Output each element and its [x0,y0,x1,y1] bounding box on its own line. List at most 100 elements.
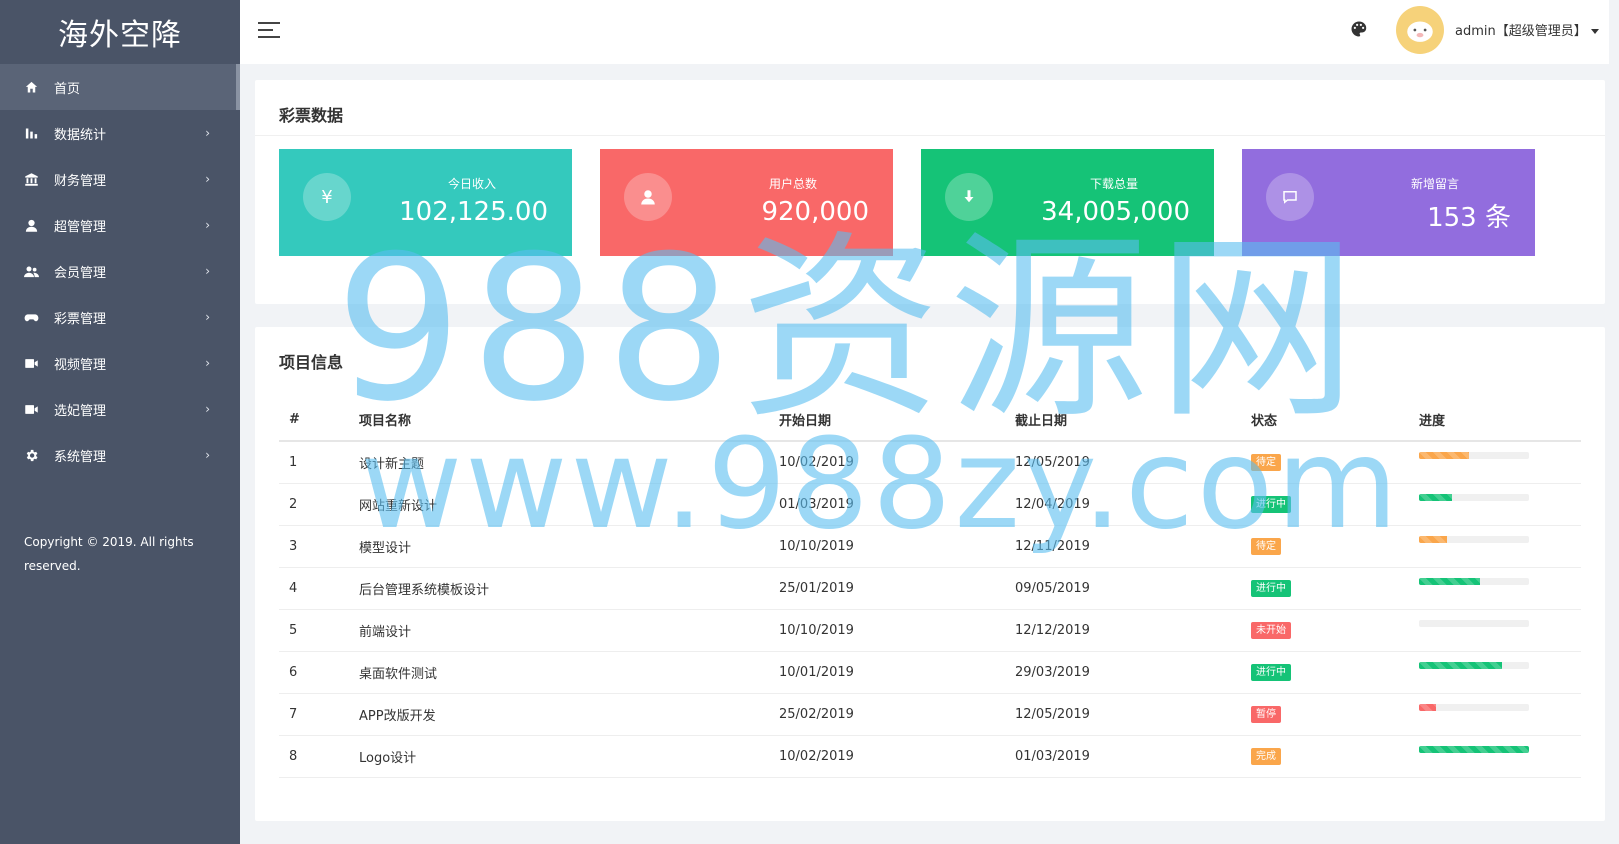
progress-fill [1419,494,1452,501]
column-header: 状态 [1241,399,1409,442]
video-icon [22,355,40,371]
caret-down-icon [1590,29,1599,34]
project-name: 设计新主题 [349,441,769,484]
progress-cell [1409,567,1581,610]
sidebar-item[interactable]: 首页 [0,64,240,110]
panel-title: 彩票数据 [279,106,344,125]
progress-fill [1419,746,1529,753]
chevron-right-icon: › [205,448,210,462]
chevron-right-icon: › [205,264,210,278]
user-name-label: admin【超级管理员】 [1455,24,1587,39]
sidebar-item-label: 选妃管理 [54,403,107,419]
sidebar-item-label: 彩票管理 [54,311,107,327]
stat-value: 34,005,000 [1041,197,1190,227]
gamepad-icon [22,309,40,325]
user-icon [624,173,672,221]
progress-bar [1419,746,1529,753]
project-panel: 项目信息 # 项目名称 开始日期 截止日期 状态 进度 1 设计新主题 10/02/2019 1… [255,327,1605,821]
home-icon [22,79,40,95]
status-cell: 待定 [1241,525,1409,568]
row-id: 8 [279,735,349,778]
sidebar-item[interactable]: 财务管理 › [0,156,240,202]
status-badge: 进行中 [1251,663,1291,681]
column-header: 进度 [1409,399,1581,442]
row-id: 4 [279,567,349,610]
stat-card: 下载总量 34,005,000 [921,149,1214,256]
sidebar-item[interactable]: 会员管理 › [0,248,240,294]
user-menu[interactable]: admin【超级管理员】 [1455,20,1599,39]
status-cell: 待定 [1241,441,1409,484]
progress-bar [1419,536,1529,543]
chevron-right-icon: › [205,126,210,140]
progress-bar [1419,452,1529,460]
status-cell: 进行中 [1241,483,1409,526]
sidebar-item[interactable]: 彩票管理 › [0,294,240,340]
row-id: 1 [279,441,349,484]
stat-label: 下载总量 [1089,177,1139,191]
table-row: 2 网站重新设计 01/03/2019 12/04/2019 进行中 [279,483,1581,526]
progress-fill [1419,536,1447,543]
users-icon [22,263,40,279]
chevron-right-icon: › [205,218,210,232]
sidebar-item[interactable]: 视频管理 › [0,340,240,386]
sidebar-item[interactable]: 数据统计 › [0,110,240,156]
status-badge: 进行中 [1251,495,1291,513]
end-date: 12/12/2019 [1005,609,1241,652]
end-date: 09/05/2019 [1005,567,1241,610]
table-row: 3 模型设计 10/10/2019 12/11/2019 待定 [279,525,1581,568]
project-name: 网站重新设计 [349,483,769,526]
sidebar-item-label: 超管管理 [54,219,107,235]
brand-logo[interactable]: 海外空降 [0,0,240,64]
palette-icon[interactable] [1350,20,1370,40]
progress-cell [1409,483,1581,526]
sidebar-item[interactable]: 选妃管理 › [0,386,240,432]
stat-card: 用户总数 920,000 [600,149,893,256]
chevron-right-icon: › [205,310,210,324]
column-header: 开始日期 [769,399,1005,442]
status-badge: 待定 [1251,453,1281,471]
video-icon [22,401,40,417]
progress-bar [1419,620,1529,627]
gear-icon [22,447,40,463]
start-date: 10/02/2019 [769,441,1005,484]
sidebar-item[interactable]: 系统管理 › [0,432,240,478]
start-date: 25/02/2019 [769,693,1005,736]
table-row: 5 前端设计 10/10/2019 12/12/2019 未开始 [279,609,1581,652]
sidebar-item[interactable]: 超管管理 › [0,202,240,248]
start-date: 10/10/2019 [769,609,1005,652]
avatar[interactable] [1396,6,1444,54]
chevron-right-icon: › [205,356,210,370]
scrollbar[interactable] [1609,0,1619,844]
status-badge: 待定 [1251,537,1281,555]
row-id: 3 [279,525,349,568]
chevron-right-icon: › [205,172,210,186]
progress-cell [1409,693,1581,736]
stat-label: 今日收入 [447,177,497,191]
progress-cell [1409,609,1581,652]
project-name: 后台管理系统模板设计 [349,567,769,610]
column-header: 截止日期 [1005,399,1241,442]
sidebar-item-label: 系统管理 [54,449,107,465]
project-table: # 项目名称 开始日期 截止日期 状态 进度 1 设计新主题 10/02/2019 12/05/… [279,399,1581,778]
sidebar-nav: 首页 数据统计 › 财务管理 › 超管管理 › 会员管理 › 彩票管理 › 视频管理 › 选妃管理 › 系统管… [0,64,240,478]
sidebar-item-label: 首页 [54,81,81,97]
column-header: # [279,399,349,442]
sidebar-item-label: 数据统计 [54,127,107,143]
menu-toggle-icon[interactable] [258,22,280,40]
stat-value: 920,000 [761,197,869,227]
progress-fill [1419,578,1480,585]
progress-bar [1419,662,1529,669]
sidebar-item-label: 视频管理 [54,357,107,373]
comment-icon [1266,173,1314,221]
progress-cell [1409,651,1581,694]
row-id: 5 [279,609,349,652]
download-icon [945,173,993,221]
sidebar-item-label: 财务管理 [54,173,107,189]
start-date: 10/01/2019 [769,651,1005,694]
user-icon [22,217,40,233]
start-date: 10/10/2019 [769,525,1005,568]
chevron-right-icon: › [205,402,210,416]
end-date: 29/03/2019 [1005,651,1241,694]
start-date: 01/03/2019 [769,483,1005,526]
row-id: 6 [279,651,349,694]
